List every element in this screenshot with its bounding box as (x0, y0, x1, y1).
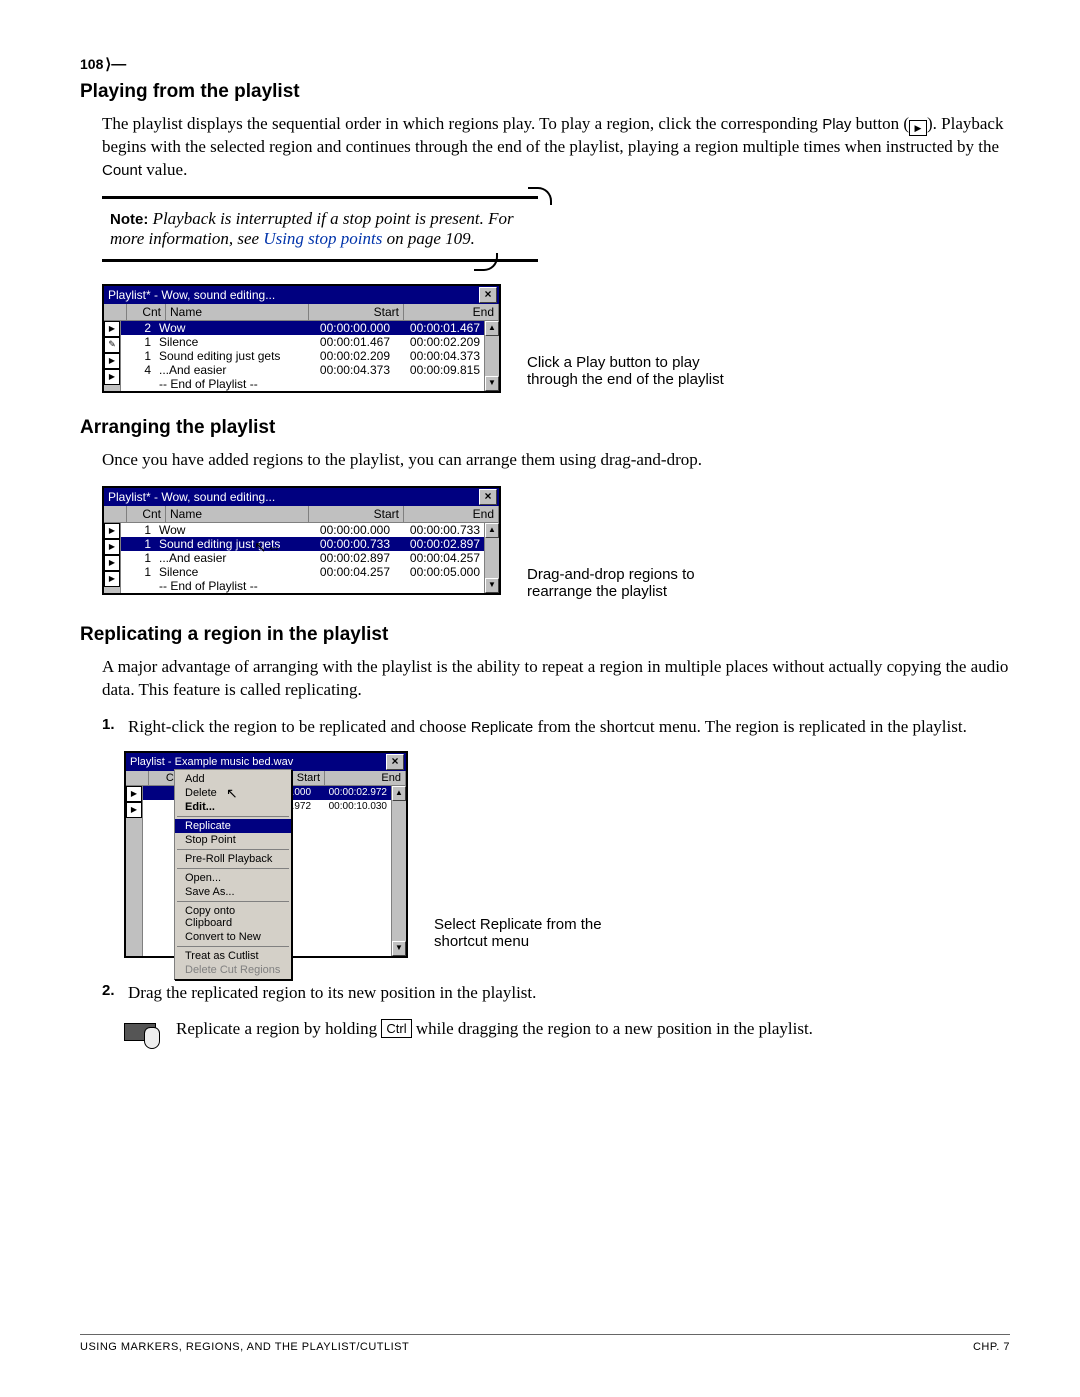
note-link-using-stop-points[interactable]: Using stop points (263, 229, 382, 248)
inline-count-label: Count (102, 162, 142, 179)
table-row[interactable]: 1Silence00:00:04.25700:00:05.000 (121, 565, 484, 579)
table-row[interactable]: 1...And easier00:00:02.89700:00:04.257 (121, 551, 484, 565)
page-footer: USING MARKERS, REGIONS, AND THE PLAYLIST… (80, 1334, 1010, 1353)
heading-arranging-playlist: Arranging the playlist (80, 417, 1010, 439)
heading-playing-from-playlist: Playing from the playlist (80, 81, 1010, 103)
inline-play-label: Play (822, 116, 851, 133)
edit-row-icon[interactable] (104, 337, 120, 353)
menu-item-delete-cut-regions: Delete Cut Regions (175, 963, 291, 977)
play-row-icon[interactable] (104, 555, 120, 571)
table-row[interactable]: 1Silence00:00:01.46700:00:02.209 (121, 335, 484, 349)
window-title: Playlist* - Wow, sound editing... (106, 288, 479, 302)
scroll-up-icon[interactable]: ▲ (392, 786, 406, 801)
heading-replicating-region: Replicating a region in the playlist (80, 624, 1010, 646)
menu-item-save-as[interactable]: Save As... (175, 885, 291, 899)
table-row[interactable]: 1Sound editing just gets00:00:02.20900:0… (121, 349, 484, 363)
end-of-playlist-row: -- End of Playlist -- (121, 579, 484, 593)
inline-replicate-label: Replicate (471, 719, 534, 736)
play-row-icon[interactable] (104, 539, 120, 555)
table-row[interactable]: 1Wow00:00:00.00000:00:00.733 (121, 523, 484, 537)
scrollbar[interactable]: ▲ ▼ (484, 523, 499, 593)
tip-row: Replicate a region by holding Ctrl while… (124, 1019, 1010, 1047)
menu-item-edit[interactable]: Edit... (175, 800, 291, 814)
step-2: 2. Drag the replicated region to its new… (102, 982, 1010, 1005)
close-icon[interactable]: × (479, 489, 497, 505)
menu-item-stop-point[interactable]: Stop Point (175, 833, 291, 847)
table-row[interactable]: 1Sound editing just gets00:00:00.73300:0… (121, 537, 484, 551)
icon-strip (126, 786, 143, 956)
para-arranging-playlist: Once you have added regions to the playl… (102, 449, 1010, 472)
table-row[interactable]: 2Wow00:00:00.00000:00:01.467 (121, 321, 484, 335)
para-replicating-region: A major advantage of arranging with the … (102, 656, 1010, 702)
play-row-icon[interactable] (104, 523, 120, 539)
close-icon[interactable]: × (479, 287, 497, 303)
scrollbar[interactable]: ▲ ▼ (391, 786, 406, 956)
play-row-icon[interactable] (104, 353, 120, 369)
scroll-up-icon[interactable]: ▲ (485, 321, 499, 336)
figure-caption: Select Replicate from the shortcut menu (434, 916, 634, 950)
close-icon[interactable]: × (386, 754, 404, 770)
playlist-window-2: Playlist* - Wow, sound editing... × Cnt … (102, 486, 501, 595)
scroll-down-icon[interactable]: ▼ (392, 941, 406, 956)
ctrl-keycap: Ctrl (381, 1019, 411, 1038)
menu-item-convert-to-new[interactable]: Convert to New (175, 930, 291, 944)
scroll-down-icon[interactable]: ▼ (485, 376, 499, 391)
play-row-icon[interactable] (126, 802, 142, 818)
menu-item-add[interactable]: Add (175, 772, 291, 786)
page-number: 108 (80, 56, 103, 72)
context-menu[interactable]: AddDeleteEdit... ReplicateStop Point Pre-R… (174, 769, 292, 980)
icon-strip (104, 321, 121, 391)
play-row-icon[interactable] (104, 571, 120, 587)
menu-item-copy-onto-clipboard[interactable]: Copy onto Clipboard (175, 904, 291, 930)
play-icon: ▶ (909, 120, 927, 136)
figure-caption: Click a Play button to play through the … (527, 354, 727, 388)
menu-item-open[interactable]: Open... (175, 871, 291, 885)
column-headers: Cnt Name Start End (104, 304, 499, 321)
scrollbar[interactable]: ▲ ▼ (484, 321, 499, 391)
keyboard-mouse-icon (124, 1019, 158, 1047)
step-number: 1. (102, 716, 120, 739)
column-headers: Cnt Name Start End (104, 506, 499, 523)
menu-item-treat-as-cutlist[interactable]: Treat as Cutlist (175, 949, 291, 963)
table-row[interactable]: 4...And easier00:00:04.37300:00:09.815 (121, 363, 484, 377)
scroll-up-icon[interactable]: ▲ (485, 523, 499, 538)
play-row-icon[interactable] (126, 786, 142, 802)
playlist-window-3: Playlist - Example music bed.wav × Cnt N… (124, 751, 408, 958)
end-of-playlist-row: -- End of Playlist -- (121, 377, 484, 391)
play-row-icon[interactable] (104, 369, 120, 385)
menu-item-pre-roll-playback[interactable]: Pre-Roll Playback (175, 852, 291, 866)
footer-left: USING MARKERS, REGIONS, AND THE PLAYLIST… (80, 1341, 409, 1353)
play-row-icon[interactable] (104, 321, 120, 337)
scroll-down-icon[interactable]: ▼ (485, 578, 499, 593)
menu-item-replicate[interactable]: Replicate (175, 819, 291, 833)
playlist-window-1: Playlist* - Wow, sound editing... × Cnt … (102, 284, 501, 393)
footer-right: CHP. 7 (973, 1341, 1010, 1353)
icon-strip (104, 523, 121, 593)
window-title: Playlist - Example music bed.wav (128, 756, 386, 768)
step-number: 2. (102, 982, 120, 1005)
note-label: Note: (110, 211, 148, 228)
window-title: Playlist* - Wow, sound editing... (106, 490, 479, 504)
para-playing-from-playlist: The playlist displays the sequential ord… (102, 113, 1010, 182)
step-1: 1. Right-click the region to be replicat… (102, 716, 1010, 739)
page-number-bar: 108 ⟩— (80, 55, 1010, 73)
menu-item-delete[interactable]: Delete (175, 786, 291, 800)
page-number-ornament: ⟩— (105, 55, 126, 73)
note-box: Note: Playback is interrupted if a stop … (102, 196, 538, 262)
figure-caption: Drag-and-drop regions to rearrange the p… (527, 566, 727, 600)
